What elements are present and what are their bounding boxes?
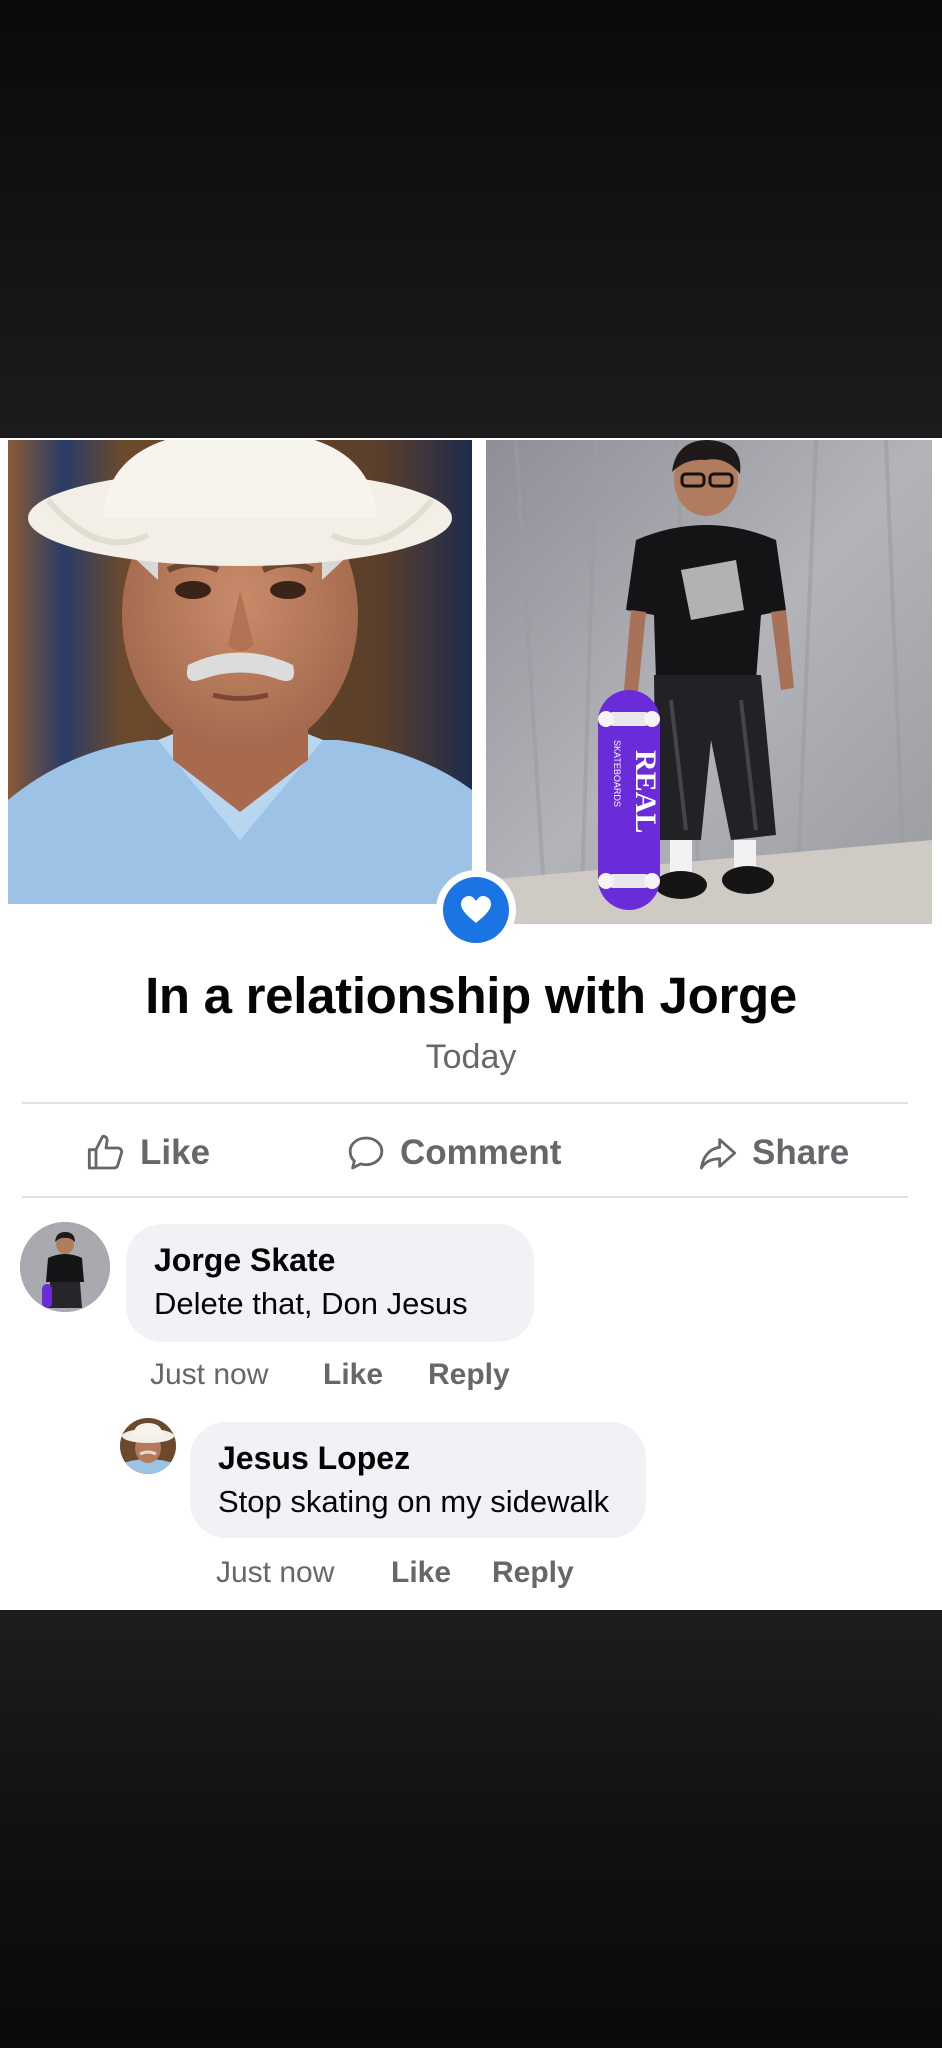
comment-bubble-jorge[interactable]: Jorge Skate Delete that, Don Jesus	[126, 1224, 534, 1342]
photo-young-man-skateboard[interactable]: REAL SKATEBOARDS	[486, 440, 932, 924]
relationship-headline: In a relationship with Jorge	[145, 967, 797, 1024]
comment-time: Just now	[150, 1358, 269, 1391]
comment-time: Just now	[216, 1556, 335, 1589]
share-label: Share	[752, 1133, 850, 1172]
avatar-jorge[interactable]	[20, 1222, 110, 1312]
young-man-illustration: REAL SKATEBOARDS	[486, 440, 932, 924]
heart-icon	[443, 877, 509, 943]
share-icon	[699, 1138, 737, 1170]
comment-text: Delete that, Don Jesus	[154, 1286, 468, 1321]
divider-bottom	[22, 1196, 908, 1198]
photo-older-man[interactable]	[8, 440, 472, 904]
avatar-jesus[interactable]	[120, 1418, 176, 1474]
comment-text: Stop skating on my sidewalk	[218, 1484, 610, 1519]
comment-like-link[interactable]: Like	[323, 1358, 383, 1392]
post-date: Today	[425, 1038, 517, 1076]
divider-top	[22, 1102, 908, 1104]
top-dark-area	[0, 0, 942, 438]
comment-like-link[interactable]: Like	[391, 1556, 451, 1590]
relationship-heart-badge	[436, 870, 516, 950]
comment-author[interactable]: Jorge Skate	[154, 1242, 335, 1279]
like-label: Like	[140, 1133, 211, 1172]
bottom-dark-area	[0, 1610, 942, 2048]
comment-label: Comment	[400, 1133, 562, 1172]
relationship-post-card: REAL SKATEBOARDS In a relationship with …	[0, 438, 942, 1610]
skateboard-brand-text: REAL	[629, 750, 662, 833]
share-button[interactable]: Share	[698, 1128, 849, 1178]
comment-icon	[348, 1136, 384, 1170]
older-man-illustration	[8, 440, 472, 904]
comment-reply-link[interactable]: Reply	[428, 1358, 510, 1392]
comment-button[interactable]: Comment	[346, 1128, 561, 1178]
thumbs-up-icon	[87, 1134, 124, 1170]
skateboard-sub-text: SKATEBOARDS	[612, 740, 622, 807]
like-button[interactable]: Like	[86, 1128, 210, 1178]
comment-author[interactable]: Jesus Lopez	[218, 1440, 410, 1477]
comment-reply-link[interactable]: Reply	[492, 1556, 574, 1590]
comment-bubble-jesus[interactable]: Jesus Lopez Stop skating on my sidewalk	[190, 1422, 646, 1538]
